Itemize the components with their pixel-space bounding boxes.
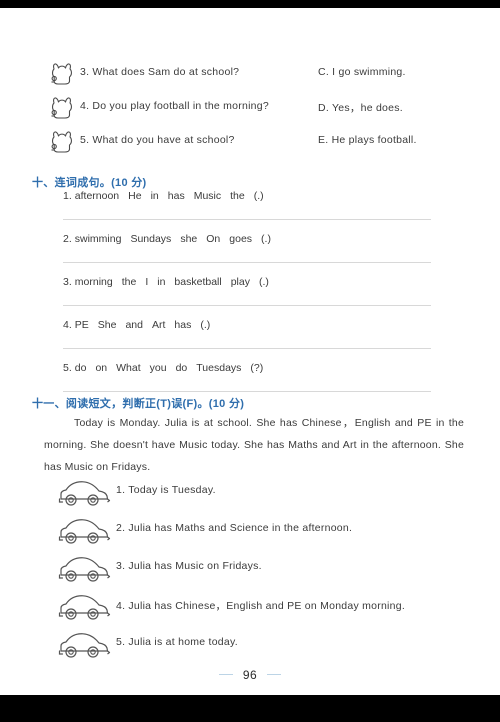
matching-question: 4. Do you play football in the morning? bbox=[80, 100, 269, 112]
bunny-icon bbox=[48, 128, 78, 156]
word: What bbox=[116, 362, 141, 374]
true-false-row: 2. Julia has Maths and Science in the af… bbox=[0, 514, 500, 552]
matching-question: 5. What do you have at school? bbox=[80, 134, 235, 146]
word: do bbox=[74, 362, 87, 374]
word-order-prompt: 3. morning the Iin basketball play (.) bbox=[63, 276, 278, 288]
word: Art bbox=[152, 319, 166, 331]
page-footer: 96 bbox=[0, 666, 500, 684]
word-order-item: 2. swimming Sundays she On goes (.) bbox=[0, 233, 500, 276]
matching-row: 3. What does Sam do at school? C. I go s… bbox=[0, 58, 500, 92]
word: swimming bbox=[74, 233, 122, 245]
true-false-row: 3. Julia has Music on Fridays. bbox=[0, 552, 500, 590]
word: in bbox=[157, 276, 166, 288]
answer-line[interactable] bbox=[63, 219, 431, 220]
page-number: 96 bbox=[242, 667, 258, 682]
matching-row: 5. What do you have at school? E. He pla… bbox=[0, 126, 500, 160]
punctuation-hint: (.) bbox=[261, 233, 271, 245]
matching-row: 4. Do you play football in the morning? … bbox=[0, 92, 500, 126]
answer-line[interactable] bbox=[63, 391, 431, 392]
word: and bbox=[125, 319, 143, 331]
answer-line[interactable] bbox=[63, 262, 431, 263]
car-icon bbox=[57, 478, 111, 508]
item-number: 5. bbox=[63, 362, 72, 374]
word: goes bbox=[229, 233, 253, 245]
item-number: 2. bbox=[63, 233, 72, 245]
punctuation-hint: (.) bbox=[253, 190, 264, 202]
word-order-prompt: 5. do on What you do Tuesdays (?) bbox=[63, 362, 272, 374]
car-icon bbox=[57, 554, 111, 584]
bunny-icon bbox=[48, 60, 78, 88]
matching-exercise: 3. What does Sam do at school? C. I go s… bbox=[0, 58, 500, 160]
word: afternoon bbox=[74, 190, 120, 202]
word: PE bbox=[74, 319, 89, 331]
true-false-row: 1. Today is Tuesday. bbox=[0, 476, 500, 514]
car-icon bbox=[57, 516, 111, 546]
true-false-statement: 5. Julia is at home today. bbox=[116, 636, 238, 648]
word: morning bbox=[74, 276, 113, 288]
word-order-prompt: 1. afternoon He in has Music the (.) bbox=[63, 190, 273, 202]
true-false-statement: 2. Julia has Maths and Science in the af… bbox=[116, 522, 353, 534]
word: she bbox=[180, 233, 198, 245]
car-icon bbox=[57, 592, 111, 622]
true-false-statement: 1. Today is Tuesday. bbox=[116, 484, 216, 496]
word: the bbox=[121, 276, 137, 288]
section-ten-heading: 十、连词成句。(10 分) bbox=[32, 177, 147, 189]
word-order-item: 3. morning the Iin basketball play (.) bbox=[0, 276, 500, 319]
matching-question: 3. What does Sam do at school? bbox=[80, 66, 240, 78]
punctuation-hint: (.) bbox=[258, 276, 269, 288]
word: the bbox=[230, 190, 245, 202]
worksheet-page: 3. What does Sam do at school? C. I go s… bbox=[0, 8, 500, 695]
answer-line[interactable] bbox=[63, 305, 431, 306]
item-number: 4. bbox=[63, 319, 72, 331]
word: I bbox=[145, 276, 149, 288]
matching-answer: D. Yes，he does. bbox=[318, 102, 403, 114]
word-order-exercise: 1. afternoon He in has Music the (.) 2. swimming… bbox=[0, 190, 500, 405]
word: He bbox=[128, 190, 142, 202]
true-false-row: 5. Julia is at home today. bbox=[0, 628, 500, 666]
answer-line[interactable] bbox=[63, 348, 431, 349]
matching-answer: E. He plays football. bbox=[318, 134, 417, 146]
word-order-item: 1. afternoon He in has Music the (.) bbox=[0, 190, 500, 233]
top-black-bar bbox=[0, 0, 500, 8]
punctuation-hint: (?) bbox=[250, 362, 264, 374]
footer-dash-right bbox=[267, 674, 282, 676]
word: in bbox=[150, 190, 159, 202]
car-icon bbox=[57, 630, 111, 660]
item-number: 3. bbox=[63, 276, 72, 288]
punctuation-hint: (.) bbox=[200, 319, 211, 331]
word: On bbox=[206, 233, 221, 245]
word: Music bbox=[193, 190, 222, 202]
true-false-exercise: 1. Today is Tuesday. 2. Julia has Maths … bbox=[0, 476, 500, 666]
word: has bbox=[174, 319, 192, 331]
section-eleven-heading: 十一、阅读短文，判断正(T)误(F)。(10 分) bbox=[32, 398, 245, 410]
true-false-row: 4. Julia has Chinese，English and PE on M… bbox=[0, 590, 500, 628]
footer-dash-left bbox=[218, 674, 233, 676]
reading-passage: Today is Monday. Julia is at school. She… bbox=[44, 417, 464, 473]
word: has bbox=[167, 190, 185, 202]
bottom-black-bar bbox=[0, 695, 500, 722]
word: Tuesdays bbox=[196, 362, 242, 374]
word-order-item: 4. PE She and Art has (.) bbox=[0, 319, 500, 362]
word: play bbox=[230, 276, 250, 288]
item-number: 1. bbox=[63, 190, 72, 202]
word: you bbox=[149, 362, 167, 374]
word: basketball bbox=[174, 276, 222, 288]
bunny-icon bbox=[48, 94, 78, 122]
true-false-statement: 3. Julia has Music on Fridays. bbox=[116, 560, 262, 572]
word: on bbox=[95, 362, 108, 374]
word: She bbox=[97, 319, 117, 331]
word: do bbox=[175, 362, 188, 374]
matching-answer: C. I go swimming. bbox=[318, 66, 406, 78]
word-order-prompt: 4. PE She and Art has (.) bbox=[63, 319, 219, 331]
word: Sundays bbox=[130, 233, 172, 245]
true-false-statement: 4. Julia has Chinese，English and PE on M… bbox=[116, 600, 405, 612]
word-order-prompt: 2. swimming Sundays she On goes (.) bbox=[63, 233, 280, 245]
